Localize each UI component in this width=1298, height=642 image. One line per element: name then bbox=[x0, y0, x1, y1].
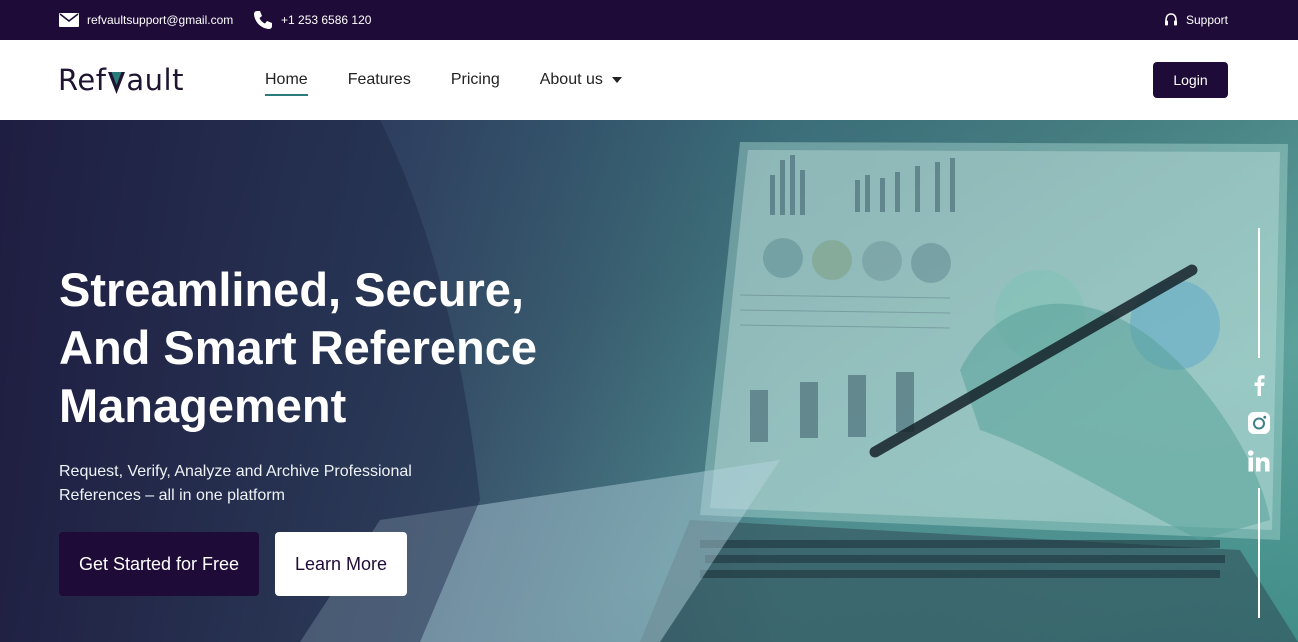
headset-icon bbox=[1164, 13, 1177, 26]
hero-title-line-2: And Smart Reference bbox=[59, 321, 537, 374]
hero-subtitle-line-2: References – all in one platform bbox=[59, 487, 285, 504]
instagram-icon[interactable] bbox=[1248, 411, 1270, 435]
hero-subtitle-line-1: Request, Verify, Analyze and Archive Pro… bbox=[59, 463, 412, 480]
chevron-down-icon bbox=[611, 77, 622, 83]
hero-title-line-3: Management bbox=[59, 379, 347, 432]
hero-section: Streamlined, Secure, And Smart Reference… bbox=[0, 120, 1298, 642]
logo-text-suffix: ault bbox=[126, 63, 184, 97]
phone-contact[interactable]: +1 253 6586 120 bbox=[253, 0, 371, 40]
get-started-button[interactable]: Get Started for Free bbox=[59, 532, 259, 596]
nav-features[interactable]: Features bbox=[348, 71, 411, 89]
main-navbar: Ref ault Home Features Pricing About us … bbox=[0, 40, 1298, 120]
logo-text-prefix: Ref bbox=[58, 63, 107, 97]
support-link[interactable]: Support bbox=[1164, 0, 1228, 40]
nav-links: Home Features Pricing About us bbox=[265, 40, 662, 120]
phone-text: +1 253 6586 120 bbox=[281, 13, 372, 27]
nav-home[interactable]: Home bbox=[265, 71, 308, 96]
linkedin-icon[interactable] bbox=[1248, 449, 1270, 473]
social-rail-divider-bottom bbox=[1258, 488, 1260, 618]
nav-about-us-label: About us bbox=[539, 71, 603, 88]
nav-pricing[interactable]: Pricing bbox=[451, 71, 500, 89]
nav-about-us[interactable]: About us bbox=[540, 71, 622, 89]
top-bar: refvaultsupport@gmail.com +1 253 6586 12… bbox=[0, 0, 1298, 40]
phone-icon bbox=[254, 11, 272, 29]
hero-title-line-1: Streamlined, Secure, bbox=[59, 263, 524, 316]
login-button[interactable]: Login bbox=[1153, 62, 1228, 98]
mail-icon bbox=[59, 13, 79, 27]
learn-more-button[interactable]: Learn More bbox=[275, 532, 407, 596]
email-contact[interactable]: refvaultsupport@gmail.com bbox=[59, 0, 233, 40]
hero-title: Streamlined, Secure, And Smart Reference… bbox=[59, 261, 619, 435]
nav-pricing-label: Pricing bbox=[450, 71, 500, 88]
nav-features-label: Features bbox=[347, 71, 411, 88]
nav-home-label: Home bbox=[265, 71, 308, 88]
logo-v-mark-icon bbox=[108, 72, 126, 94]
social-rail-divider-top bbox=[1258, 228, 1260, 358]
email-text: refvaultsupport@gmail.com bbox=[87, 13, 234, 27]
hero-subtitle: Request, Verify, Analyze and Archive Pro… bbox=[59, 460, 439, 508]
logo[interactable]: Ref ault bbox=[58, 62, 184, 98]
facebook-icon[interactable] bbox=[1248, 373, 1270, 397]
support-text: Support bbox=[1185, 13, 1228, 27]
